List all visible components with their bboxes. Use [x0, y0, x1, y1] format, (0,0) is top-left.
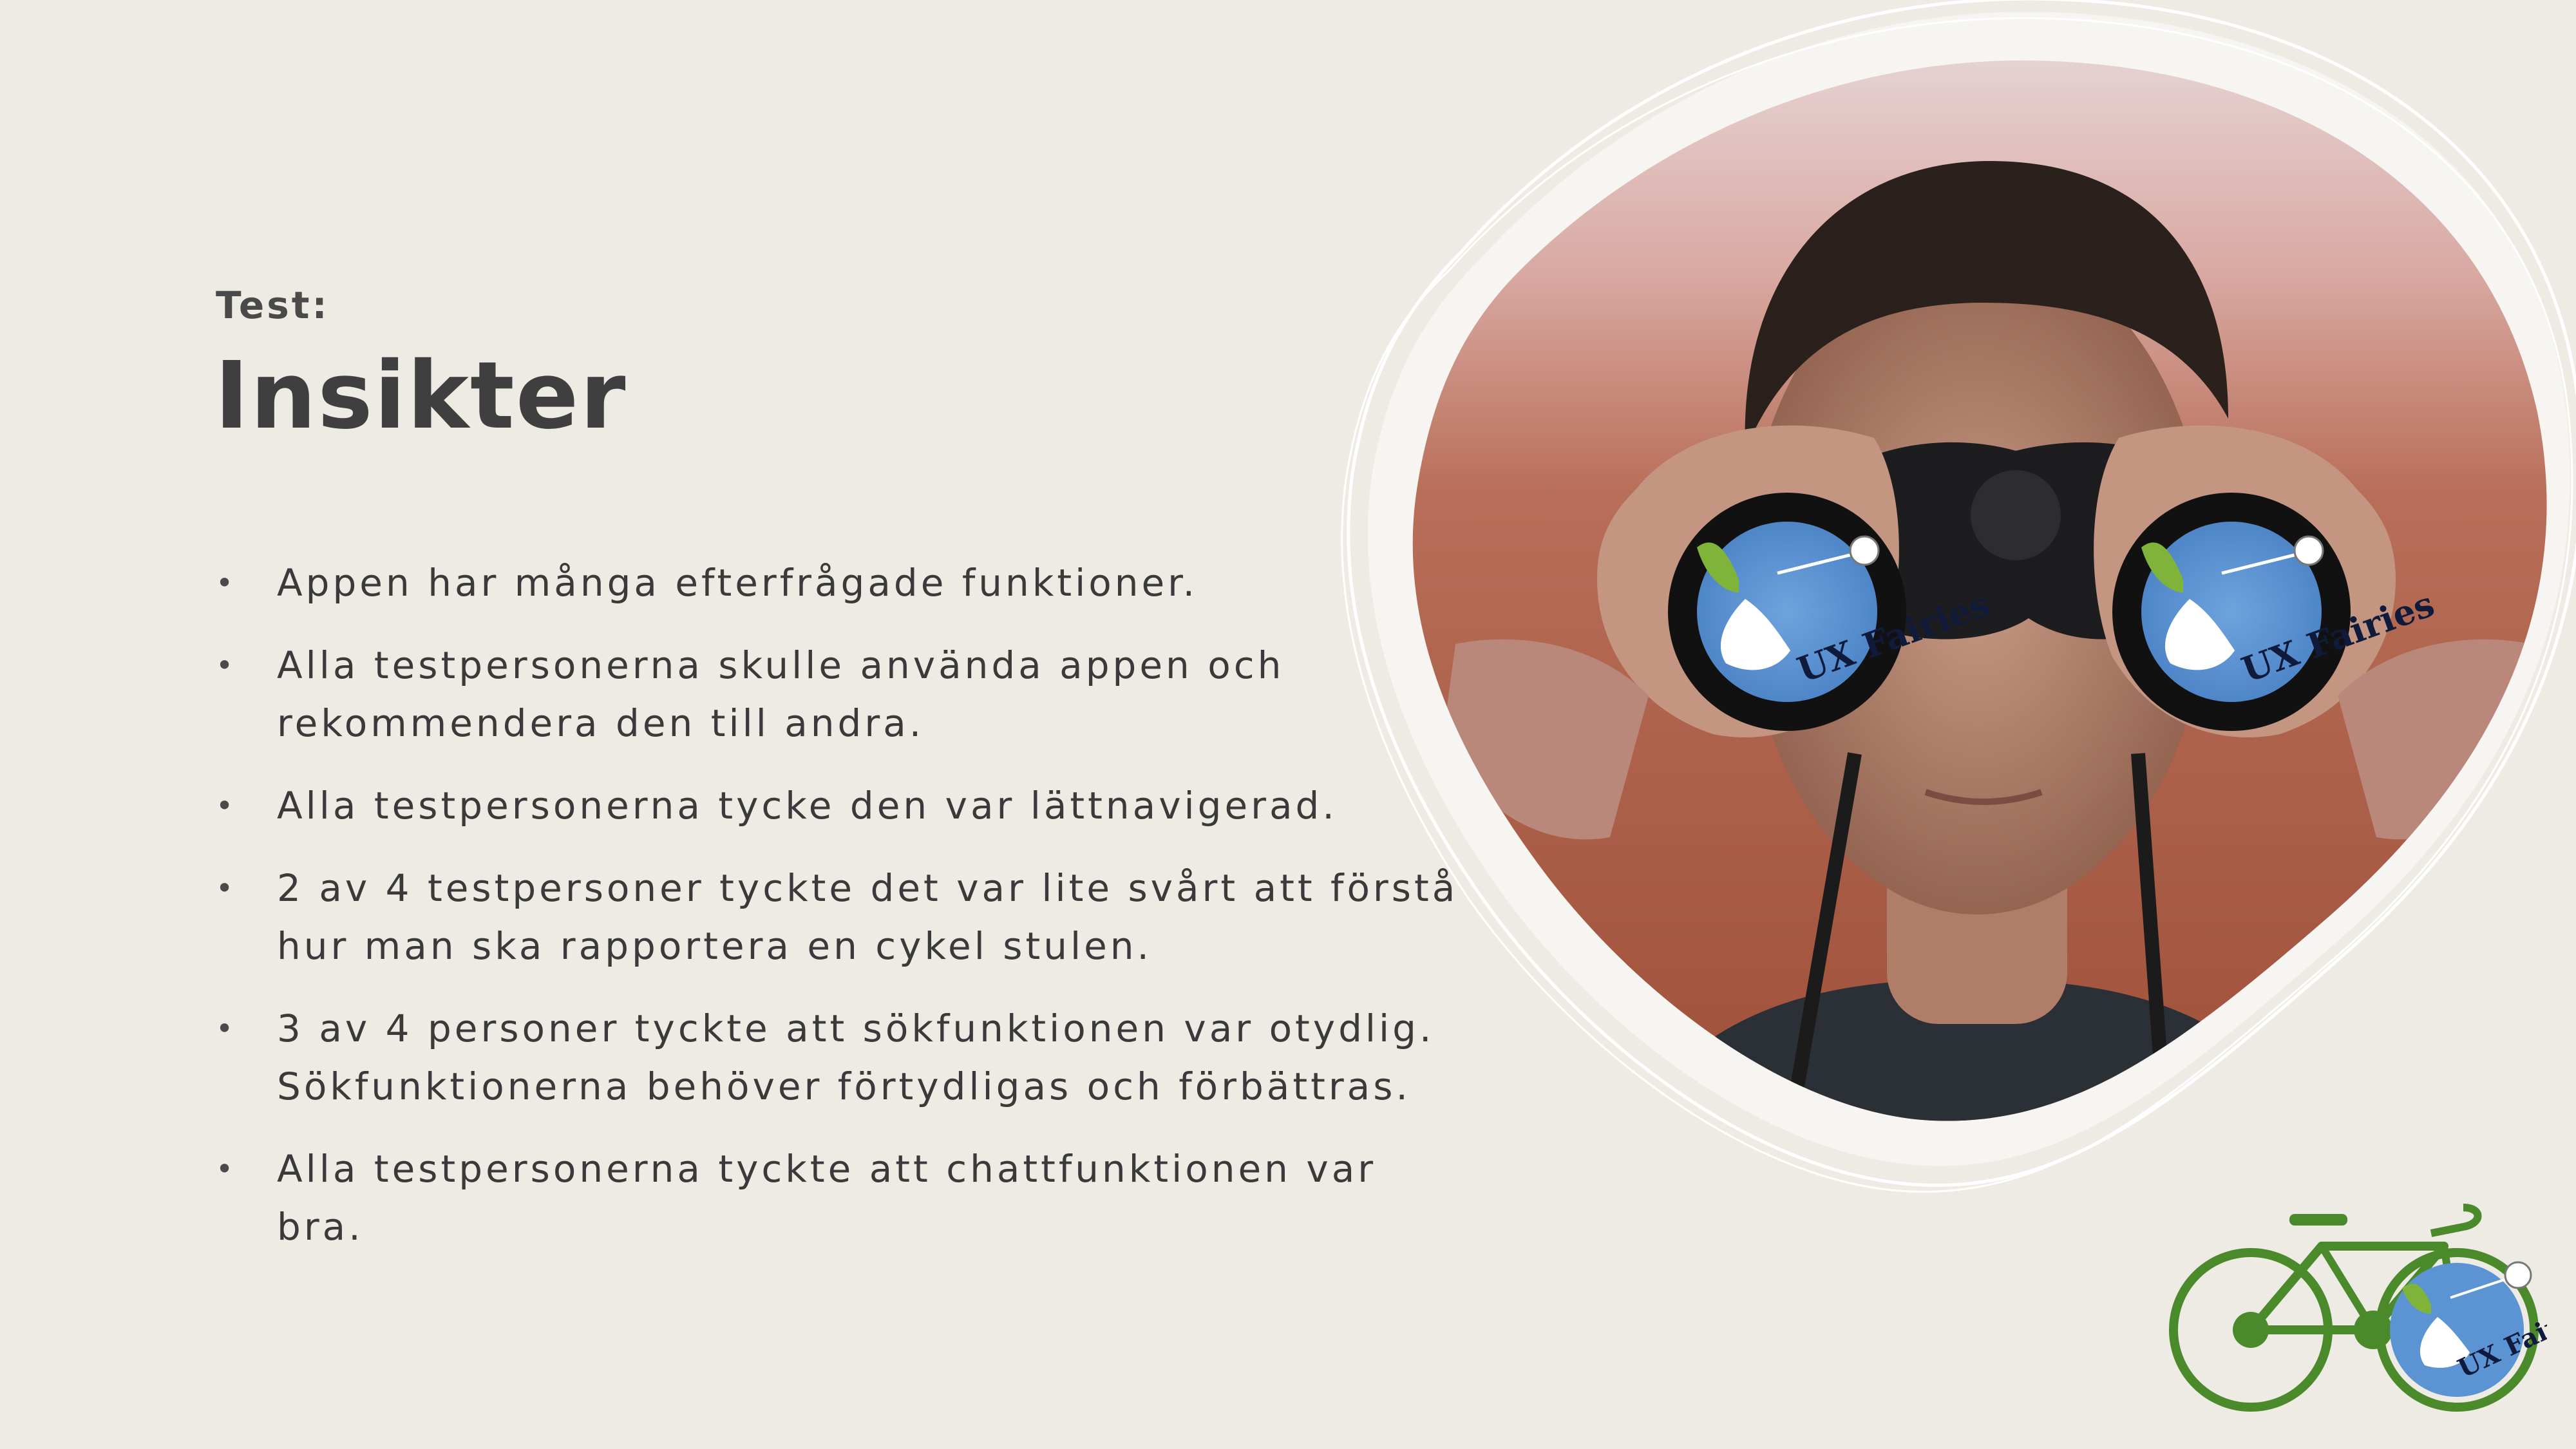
- bullet-item: Appen har många efterfrågade funktioner.: [216, 554, 1459, 612]
- photo-illustration: UX Fairies UX Fairies: [1341, 0, 2576, 1193]
- bullet-item: 3 av 4 personer tyckte att sökfunktionen…: [216, 999, 1459, 1115]
- bullet-list: Appen har många efterfrågade funktioner.…: [216, 554, 1459, 1280]
- slide: Test: Insikter Appen har många efterfråg…: [0, 0, 2576, 1449]
- wand-star-icon: [2504, 1261, 2532, 1289]
- bicycle-icon: UX Fairies: [2169, 1204, 2576, 1412]
- focus-wheel: [1971, 470, 2061, 560]
- bike-seat: [2289, 1214, 2347, 1226]
- slide-title: Insikter: [214, 341, 627, 450]
- bicycle-logo: UX Fairies: [2161, 1201, 2576, 1420]
- bullet-item: Alla testpersonerna tyckte att chattfunk…: [216, 1140, 1459, 1256]
- bullet-item: 2 av 4 testpersoner tyckte det var lite …: [216, 859, 1459, 975]
- bike-crank: [2354, 1311, 2392, 1349]
- slide-kicker: Test:: [216, 283, 330, 327]
- bullet-item: Alla testpersonerna skulle använda appen…: [216, 636, 1459, 752]
- wand-star-icon: [2293, 535, 2324, 566]
- bullet-item: Alla testpersonerna tycke den var lättna…: [216, 777, 1459, 835]
- bike-badge: [2390, 1263, 2524, 1397]
- photo-binoculars: UX Fairies UX Fairies: [1327, 0, 2576, 1236]
- wand-star-icon: [1849, 535, 1880, 566]
- bike-handlebar: [2430, 1204, 2482, 1237]
